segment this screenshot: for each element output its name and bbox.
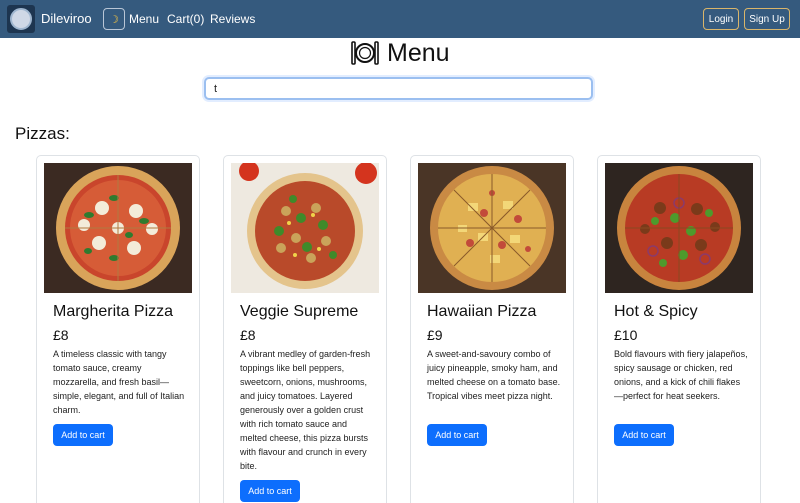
- product-card: Hot & Spicy £10 Bold flavours with fiery…: [597, 155, 761, 503]
- product-description: Bold flavours with fiery jalapeños, spic…: [614, 349, 748, 401]
- product-description: A sweet-and-savoury combo of juicy pinea…: [427, 349, 561, 401]
- product-image: [44, 163, 192, 293]
- add-to-cart-button[interactable]: Add to cart: [614, 424, 674, 446]
- product-price: £9: [427, 327, 443, 343]
- theme-toggle-button[interactable]: ☽: [103, 8, 125, 30]
- login-button[interactable]: Login: [703, 8, 739, 30]
- product-name: Veggie Supreme: [240, 303, 359, 320]
- product-image: [231, 163, 379, 293]
- product-card: Margherita Pizza £8 A timeless classic w…: [36, 155, 200, 503]
- product-card: Hawaiian Pizza £9 A sweet-and-savoury co…: [410, 155, 574, 503]
- signup-button[interactable]: Sign Up: [744, 8, 790, 30]
- search-input[interactable]: [204, 77, 593, 100]
- product-image: [418, 163, 566, 293]
- product-name: Hawaiian Pizza: [427, 303, 537, 320]
- add-to-cart-button[interactable]: Add to cart: [53, 424, 113, 446]
- product-price: £8: [53, 327, 69, 343]
- add-to-cart-button[interactable]: Add to cart: [427, 424, 487, 446]
- plate-cutlery-icon: [351, 41, 379, 65]
- navbar: Dileviroo ☽ Menu Cart(0) Reviews Login S…: [0, 0, 800, 38]
- nav-cart-link[interactable]: Cart(0): [167, 12, 204, 26]
- product-price: £8: [240, 327, 256, 343]
- product-description: A vibrant medley of garden-fresh topping…: [240, 349, 371, 471]
- brand-name[interactable]: Dileviroo: [41, 11, 92, 26]
- product-name: Margherita Pizza: [53, 303, 174, 320]
- add-to-cart-button[interactable]: Add to cart: [240, 480, 300, 502]
- product-price: £10: [614, 327, 638, 343]
- product-image: [605, 163, 753, 293]
- page-title-text: Menu: [387, 38, 450, 67]
- moon-icon: ☽: [109, 13, 119, 26]
- brand-logo[interactable]: [7, 5, 35, 33]
- product-name: Hot & Spicy: [614, 303, 698, 320]
- nav-reviews-link[interactable]: Reviews: [210, 12, 255, 26]
- product-description: A timeless classic with tangy tomato sau…: [53, 349, 185, 415]
- nav-menu-link[interactable]: Menu: [129, 12, 159, 26]
- product-card: Veggie Supreme £8 A vibrant medley of ga…: [223, 155, 387, 503]
- section-title: Pizzas:: [15, 124, 70, 143]
- page-title: Menu: [351, 38, 450, 68]
